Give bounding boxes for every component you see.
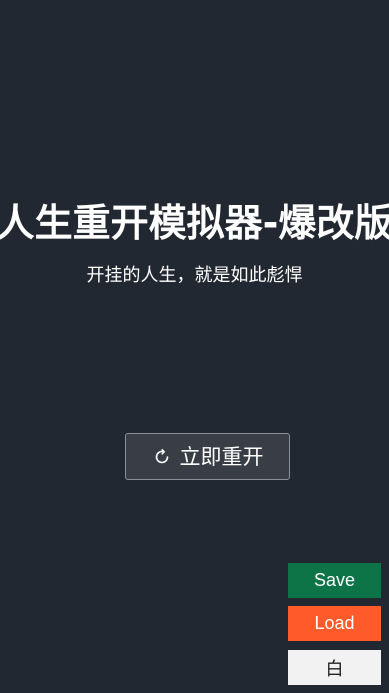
page-title: 人生重开模拟器-爆改版 — [0, 201, 389, 245]
refresh-icon — [152, 447, 172, 467]
save-button[interactable]: Save — [288, 563, 381, 598]
restart-button[interactable]: 立即重开 — [125, 433, 290, 480]
restart-button-label: 立即重开 — [179, 444, 264, 469]
page-subtitle: 开挂的人生，就是如此彪悍 — [86, 265, 303, 286]
theme-toggle-button[interactable]: 白 — [288, 650, 381, 685]
load-button[interactable]: Load — [288, 606, 381, 641]
